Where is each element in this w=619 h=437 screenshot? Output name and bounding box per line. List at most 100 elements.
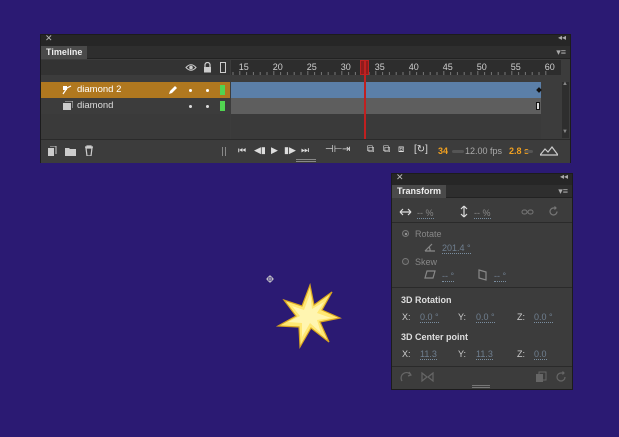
frame-number-label: 35 <box>375 62 385 72</box>
lock-dot[interactable] <box>206 89 209 92</box>
rotate-value[interactable]: 201.4 ° <box>442 243 471 254</box>
collapse-panel-icon[interactable]: ◂◂ <box>558 33 566 42</box>
cp-y-value[interactable]: 11.3 <box>476 349 493 360</box>
rot-x-value[interactable]: 0.0 ° <box>420 312 439 323</box>
rotate-radio[interactable] <box>402 230 409 237</box>
rot-z-label: Z: <box>517 312 525 322</box>
tab-transform[interactable]: Transform <box>392 185 447 198</box>
layer-row-diamond-2[interactable]: diamond 2 <box>41 82 230 98</box>
frames-diamond[interactable] <box>231 98 541 114</box>
frame-number-label: 45 <box>443 62 453 72</box>
resize-grip[interactable] <box>296 159 316 162</box>
skew-label: Skew <box>415 257 438 267</box>
loop-icon[interactable]: ⇥ <box>342 144 350 155</box>
rot-z-value[interactable]: 0.0 ° <box>534 312 553 323</box>
frames-empty-area <box>231 114 541 139</box>
new-folder-icon[interactable] <box>65 146 76 156</box>
end-frame-marker <box>536 102 540 110</box>
outline-icon[interactable] <box>220 62 226 73</box>
height-scale-value[interactable]: -- % <box>474 208 491 219</box>
cp-x-value[interactable]: 11.3 <box>420 349 437 360</box>
zoom-mountain-icon[interactable] <box>540 146 558 156</box>
visibility-dot[interactable] <box>189 105 192 108</box>
frame-number-label: 20 <box>273 62 283 72</box>
frame-number-label: 15 <box>239 62 249 72</box>
panel-menu-icon[interactable]: ▾≡ <box>556 46 566 59</box>
step-forward-icon[interactable]: ▮▶ <box>284 145 296 156</box>
lock-icon[interactable] <box>203 62 212 73</box>
timeline-panel: ✕ ◂◂ Timeline ▾≡ 15 20 25 30 35 40 45 50 55 60 <box>40 33 571 163</box>
reset-3d-icon[interactable] <box>400 371 413 383</box>
width-arrows-icon <box>399 208 412 216</box>
playhead-line[interactable] <box>364 60 366 140</box>
layer-row-diamond[interactable]: diamond <box>41 98 230 114</box>
timeline-tabbar: Timeline ▾≡ <box>41 46 570 59</box>
keyframe-marker <box>536 87 542 93</box>
frame-number-label: 60 <box>545 62 555 72</box>
visibility-dot[interactable] <box>189 89 192 92</box>
current-frame[interactable]: 34 <box>438 146 448 156</box>
reset-scale-icon[interactable] <box>548 206 559 217</box>
rotate-label: Rotate <box>415 229 442 239</box>
frame-ruler[interactable]: 15 20 25 30 35 40 45 50 55 60 <box>231 60 561 75</box>
layer-header <box>41 60 230 75</box>
play-icon[interactable]: ▶ <box>271 145 278 156</box>
onion-skin-icon[interactable]: ⧉ <box>367 144 374 155</box>
lock-dot[interactable] <box>206 105 209 108</box>
star-shape[interactable] <box>274 282 342 350</box>
scroll-up-arrow[interactable]: ▲ <box>562 81 568 87</box>
edit-multiple-frames-icon[interactable]: ⧈ <box>398 144 404 155</box>
constrain-link-icon[interactable] <box>521 208 534 216</box>
fps-value[interactable]: 12.00 fps <box>465 146 502 156</box>
layer-color-swatch[interactable] <box>220 85 225 95</box>
height-arrows-icon <box>460 205 468 218</box>
frames-diamond-2[interactable] <box>231 82 542 98</box>
show-hide-eye-icon[interactable] <box>185 63 197 72</box>
skew-radio[interactable] <box>402 258 409 265</box>
frame-number-label: 40 <box>409 62 419 72</box>
skew-vertical-value[interactable]: -- ° <box>494 271 507 282</box>
rot-y-value[interactable]: 0.0 ° <box>476 312 495 323</box>
transform-tabbar: Transform ▾≡ <box>392 185 572 198</box>
layer-color-swatch[interactable] <box>220 101 225 111</box>
center-frame-icon[interactable]: ⊣⊢ <box>325 144 342 155</box>
cp-y-label: Y: <box>458 349 467 359</box>
divider <box>392 366 572 367</box>
go-to-first-frame-icon[interactable]: ⏮ <box>238 145 246 156</box>
close-panel-icon[interactable]: ✕ <box>45 33 53 44</box>
frame-rate-slider[interactable] <box>452 150 464 153</box>
cp-z-label: Z: <box>517 349 525 359</box>
cp-x-label: X: <box>402 349 411 359</box>
scroll-down-arrow[interactable]: ▼ <box>562 129 568 135</box>
frame-number-label: 55 <box>511 62 521 72</box>
panel-menu-icon[interactable]: ▾≡ <box>558 185 568 198</box>
vertical-scrollbar[interactable]: ▲ ▼ <box>562 81 569 138</box>
frame-number-label: 30 <box>341 62 351 72</box>
divider <box>392 222 572 223</box>
flip-icon[interactable] <box>421 371 434 383</box>
layer-name[interactable]: diamond <box>77 98 113 114</box>
resize-grip[interactable] <box>472 385 490 388</box>
go-to-last-frame-icon[interactable]: ⏭ <box>301 145 309 156</box>
step-back-icon[interactable]: ◀▮ <box>254 145 266 156</box>
time-slider[interactable] <box>525 150 533 153</box>
layer-name[interactable]: diamond 2 <box>77 82 121 98</box>
modify-markers-icon[interactable]: [↻] <box>414 144 428 155</box>
duplicate-transform-icon[interactable] <box>535 371 547 383</box>
cp-z-value[interactable]: 0.0 <box>534 349 547 360</box>
grip-divider[interactable] <box>222 147 226 156</box>
pencil-icon <box>169 86 177 94</box>
skew-horizontal-value[interactable]: -- ° <box>442 271 455 282</box>
onion-outline-icon[interactable]: ⧉ <box>383 144 390 155</box>
transform-point-icon[interactable] <box>266 275 274 283</box>
collapse-panel-icon[interactable]: ◂◂ <box>560 172 568 181</box>
empty-layer-area <box>41 114 230 139</box>
trash-icon[interactable] <box>84 145 94 156</box>
reset-transform-icon[interactable] <box>555 371 567 383</box>
new-layer-icon[interactable] <box>47 146 57 157</box>
close-panel-icon[interactable]: ✕ <box>396 172 404 183</box>
divider <box>392 287 572 288</box>
ruler-ticks: 15 20 25 30 35 40 45 50 55 60 <box>232 62 555 75</box>
tab-timeline[interactable]: Timeline <box>41 46 88 59</box>
width-scale-value[interactable]: -- % <box>417 208 434 219</box>
